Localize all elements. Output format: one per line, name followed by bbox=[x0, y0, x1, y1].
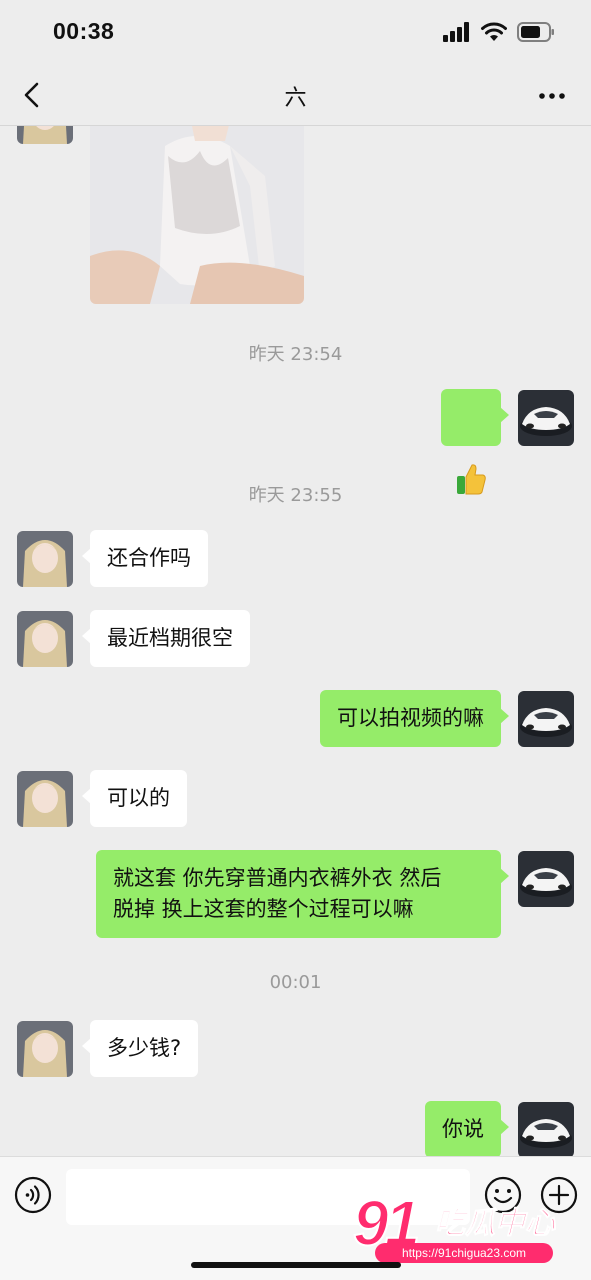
contact-avatar[interactable] bbox=[17, 126, 73, 144]
battery-icon bbox=[517, 22, 554, 42]
status-bar: 00:38 bbox=[0, 0, 591, 66]
my-avatar[interactable] bbox=[518, 851, 574, 907]
status-icons bbox=[443, 22, 555, 42]
message-bubble-in[interactable]: 多少钱? bbox=[81, 1020, 199, 1077]
watermark-name: 吃瓜中心 bbox=[435, 1206, 556, 1242]
chat-title: 六 bbox=[284, 86, 307, 111]
message-timestamp: 00:01 bbox=[269, 972, 322, 993]
my-avatar[interactable] bbox=[518, 691, 574, 747]
my-avatar[interactable] bbox=[518, 390, 574, 446]
chat-header: 六 bbox=[0, 66, 591, 126]
my-avatar[interactable] bbox=[518, 1102, 574, 1156]
message-bubble-in[interactable]: 还合作吗 bbox=[82, 530, 208, 587]
message-bubble-in[interactable]: 最近档期很空 bbox=[82, 610, 250, 667]
message-bubble-out[interactable]: 就这套 你先穿普通内衣裤外衣 然后 脱掉 换上这套的整个过程可以嘛 bbox=[96, 850, 509, 938]
more-dots-icon[interactable] bbox=[537, 86, 567, 106]
status-time: 00:38 bbox=[53, 18, 115, 44]
shared-photo[interactable] bbox=[90, 126, 304, 304]
contact-avatar[interactable] bbox=[17, 611, 73, 667]
message-list[interactable]: 昨天 23:54 👍 昨天 23:55 还合作吗 bbox=[0, 126, 591, 1156]
watermark-url: https://91chigua23.com bbox=[375, 1243, 553, 1263]
contact-avatar[interactable] bbox=[17, 771, 73, 827]
contact-avatar[interactable] bbox=[17, 531, 73, 587]
voice-icon[interactable] bbox=[14, 1176, 52, 1214]
message-bubble-out[interactable]: 可以拍视频的嘛 bbox=[320, 690, 509, 747]
signal-icon bbox=[443, 22, 469, 42]
home-indicator[interactable] bbox=[191, 1262, 401, 1268]
message-bubble-in[interactable]: 可以的 bbox=[82, 770, 187, 827]
message-bubble-out[interactable]: 你说 bbox=[425, 1101, 509, 1156]
contact-avatar[interactable] bbox=[17, 1021, 73, 1077]
wifi-icon bbox=[481, 22, 507, 41]
message-timestamp: 昨天 23:54 bbox=[248, 344, 343, 365]
message-timestamp: 昨天 23:55 bbox=[248, 485, 343, 506]
message-bubble-out[interactable]: 👍 bbox=[441, 389, 509, 495]
watermark-logo: 91 吃瓜中心 https://91chigua23.com bbox=[352, 1186, 567, 1270]
